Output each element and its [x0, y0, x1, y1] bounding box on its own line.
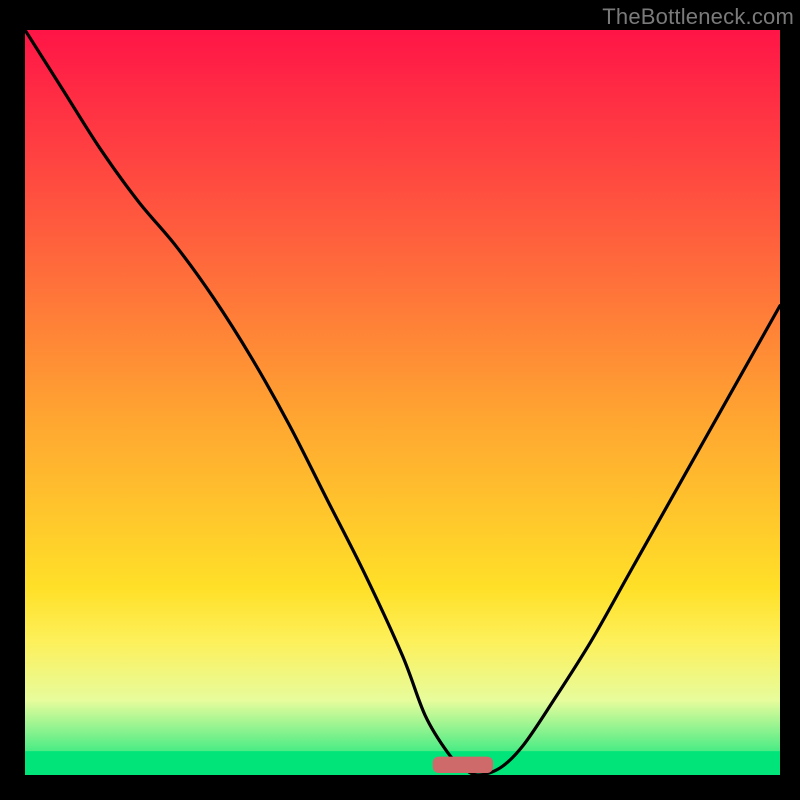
- watermark-label: TheBottleneck.com: [602, 4, 794, 30]
- plot-svg: [25, 30, 780, 775]
- gradient-plot-area: [25, 30, 780, 775]
- chart-stage: TheBottleneck.com: [0, 0, 800, 800]
- bottleneck-curve: [25, 30, 780, 775]
- baseline-green-band: [25, 751, 780, 775]
- optimal-range-marker: [433, 757, 493, 773]
